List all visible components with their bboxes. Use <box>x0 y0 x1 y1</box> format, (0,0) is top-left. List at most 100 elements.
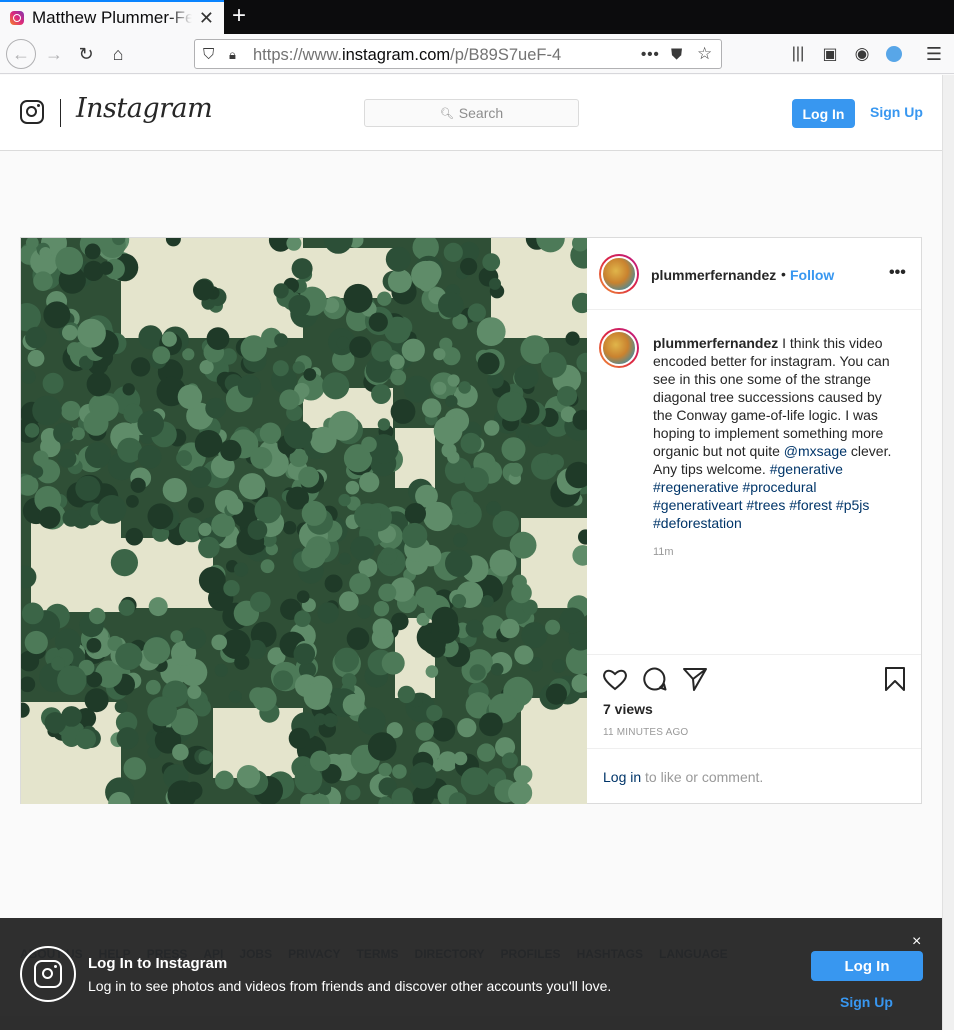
tree-canopy <box>279 389 300 410</box>
tree-canopy <box>484 420 500 436</box>
forward-icon[interactable]: → <box>40 40 68 68</box>
tree-canopy <box>338 493 351 507</box>
tree-canopy <box>62 324 78 341</box>
forest-video-frame <box>21 238 587 804</box>
extension-icon[interactable] <box>880 40 908 68</box>
banner-signup-link[interactable]: Sign Up <box>840 994 893 1010</box>
view-count[interactable]: 7 views <box>603 701 653 717</box>
hashtag-link[interactable]: #generative <box>770 461 843 477</box>
reload-icon[interactable]: ↻ <box>72 40 100 68</box>
instagram-wordmark[interactable]: Instagram <box>76 93 213 124</box>
url-text[interactable]: https://www.instagram.com/p/B89S7ueF-4 <box>253 46 605 65</box>
close-tab-icon[interactable]: ✕ <box>199 9 214 27</box>
share-icon[interactable] <box>681 665 709 693</box>
tree-canopy <box>223 580 240 597</box>
tree-canopy <box>110 549 138 577</box>
tree-canopy <box>273 670 294 691</box>
tree-canopy <box>310 750 331 772</box>
tree-canopy <box>77 318 106 348</box>
tree-canopy <box>509 531 537 559</box>
tree-canopy <box>137 410 164 438</box>
shield-icon[interactable]: ⛉ <box>203 46 214 63</box>
tree-canopy <box>116 727 139 750</box>
library-icon[interactable]: ||| <box>784 40 812 68</box>
tree-canopy <box>147 696 178 727</box>
post-username[interactable]: plummerfernandez <box>651 267 776 283</box>
tree-canopy <box>220 439 242 462</box>
sidebar-icon[interactable]: ▣ <box>816 40 844 68</box>
mention-link[interactable]: @mxsage <box>784 443 847 459</box>
tree-canopy <box>137 445 162 469</box>
tree-canopy <box>42 372 64 394</box>
forest-clearing <box>213 708 303 778</box>
hashtag-link[interactable]: #p5js <box>836 497 869 513</box>
hashtag-link[interactable]: #deforestation <box>653 515 742 531</box>
tree-canopy <box>283 521 297 535</box>
tree-canopy <box>334 647 360 673</box>
caption-avatar[interactable] <box>599 328 639 368</box>
tree-canopy <box>198 566 226 594</box>
banner-login-button[interactable]: Log In <box>811 951 923 981</box>
post-video[interactable] <box>21 238 587 804</box>
tree-canopy <box>547 454 564 471</box>
tree-canopy <box>288 294 311 317</box>
comment-login-link[interactable]: Log in <box>603 769 641 785</box>
tree-canopy <box>378 762 393 777</box>
hashtag-link[interactable]: #procedural <box>743 479 817 495</box>
tree-canopy <box>378 583 397 602</box>
browser-tab-bar: Matthew Plummer-Fernandez on Instagram ✕… <box>0 0 954 34</box>
hashtag-link[interactable]: #generativeart <box>653 497 743 513</box>
login-button[interactable]: Log In <box>792 99 855 128</box>
tree-canopy <box>354 503 381 530</box>
tree-canopy <box>451 594 467 609</box>
page-actions-icon[interactable]: ••• <box>641 46 660 63</box>
account-icon[interactable]: ◉ <box>848 40 876 68</box>
comment-icon[interactable] <box>641 665 669 693</box>
pocket-icon[interactable]: ⛊ <box>671 46 682 63</box>
save-bookmark-icon[interactable] <box>881 665 909 693</box>
tree-canopy <box>193 698 212 717</box>
tree-canopy <box>72 427 85 441</box>
tree-canopy <box>338 591 359 612</box>
new-tab-icon[interactable]: + <box>232 4 246 28</box>
tree-canopy <box>489 277 501 290</box>
back-icon[interactable]: ← <box>6 39 36 69</box>
post-actions: 7 views 11 MINUTES AGO <box>587 654 921 749</box>
tree-canopy <box>215 770 234 790</box>
star-icon[interactable]: ☆ <box>697 44 712 64</box>
tree-canopy <box>390 369 407 386</box>
hashtag-link[interactable]: #regenerative <box>653 479 739 495</box>
tree-canopy <box>565 646 587 675</box>
menu-icon[interactable]: ☰ <box>920 40 948 68</box>
like-heart-icon[interactable] <box>601 665 629 693</box>
instagram-header: Instagram 🔍︎ Search Log In Sign Up <box>0 75 942 151</box>
follow-button[interactable]: Follow <box>790 267 834 283</box>
hashtag-link[interactable]: #trees <box>746 497 785 513</box>
tree-canopy <box>228 690 242 704</box>
tree-canopy <box>187 685 202 699</box>
hashtag-link[interactable]: #forest <box>789 497 832 513</box>
tree-canopy <box>30 465 44 479</box>
tree-canopy <box>431 606 459 634</box>
browser-tab[interactable]: Matthew Plummer-Fernandez on Instagram ✕ <box>0 0 224 34</box>
caption-username[interactable]: plummerfernandez <box>653 335 778 351</box>
tree-canopy <box>576 352 587 373</box>
lock-icon[interactable]: 🔒︎ <box>229 47 236 63</box>
instagram-camera-icon <box>34 960 62 988</box>
more-options-icon[interactable]: ••• <box>889 264 906 282</box>
instagram-camera-icon[interactable] <box>20 100 44 124</box>
avatar[interactable] <box>599 254 639 294</box>
tree-canopy <box>501 437 526 462</box>
signup-link[interactable]: Sign Up <box>870 104 923 120</box>
home-icon[interactable]: ⌂ <box>104 40 132 68</box>
tree-canopy <box>126 495 139 508</box>
close-icon[interactable]: × <box>912 934 921 950</box>
tree-canopy <box>84 441 112 469</box>
banner-instagram-logo <box>20 946 76 1002</box>
tree-canopy <box>385 246 411 272</box>
page-scrollbar[interactable] <box>942 75 954 1030</box>
url-bar[interactable]: ⛉ 🔒︎ https://www.instagram.com/p/B89S7ue… <box>194 39 722 69</box>
search-input[interactable]: 🔍︎ Search <box>364 99 579 127</box>
tree-canopy <box>433 416 463 446</box>
tree-canopy <box>361 436 377 453</box>
